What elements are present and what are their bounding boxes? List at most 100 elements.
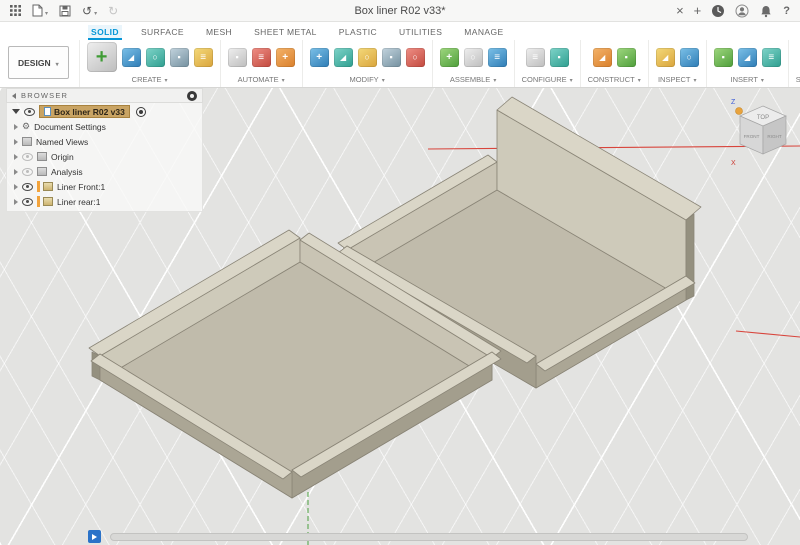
ribbon: SOLID SURFACE MESH SHEET METAL PLASTIC U… <box>0 22 800 88</box>
expand-caret-icon[interactable] <box>14 138 18 145</box>
visibility-eye-icon[interactable] <box>22 167 33 176</box>
collapse-caret-icon[interactable] <box>12 109 20 114</box>
x-axis-line-segment <box>735 330 800 338</box>
person-glyph <box>735 4 749 17</box>
activate-radio-icon[interactable] <box>135 106 146 117</box>
active-component-chip[interactable]: Box liner R02 v33 <box>39 105 130 118</box>
app-grid-icon[interactable] <box>10 3 21 19</box>
physical-material-icon[interactable] <box>405 47 425 67</box>
tab-manage[interactable]: MANAGE <box>461 25 506 40</box>
configuration-table-icon[interactable] <box>525 47 545 67</box>
insert-mesh-icon[interactable] <box>713 47 733 67</box>
view-cube[interactable]: Z TOP FRONT RIGHT X <box>725 92 795 172</box>
measure-icon[interactable] <box>655 47 675 67</box>
browser-root-row[interactable]: Box liner R02 v33 <box>7 104 202 119</box>
select-menu[interactable]: SELECT <box>796 73 800 84</box>
construct-menu[interactable]: CONSTRUCT <box>588 73 641 84</box>
expand-caret-icon[interactable] <box>14 123 18 130</box>
chevron-down-icon <box>45 2 48 20</box>
tab-mesh[interactable]: MESH <box>203 25 235 40</box>
addins-icon[interactable] <box>275 47 295 67</box>
save-icon[interactable] <box>59 3 71 19</box>
redo-icon <box>108 2 118 20</box>
expand-caret-icon[interactable] <box>14 183 18 190</box>
profile-icon[interactable] <box>735 3 749 19</box>
row-label: Document Settings <box>34 121 106 132</box>
shell-icon[interactable] <box>357 47 377 67</box>
browser-row-liner-rear[interactable]: Liner rear:1 <box>7 194 202 209</box>
extrude-icon[interactable] <box>121 47 141 67</box>
notifications-bell-icon[interactable] <box>759 3 773 19</box>
create-menu[interactable]: CREATE <box>132 73 168 84</box>
chevron-down-icon <box>761 75 764 84</box>
visibility-eye-icon[interactable] <box>22 197 33 206</box>
group-label: CONFIGURE <box>521 75 567 84</box>
configure-menu[interactable]: CONFIGURE <box>522 73 573 84</box>
chevron-down-icon <box>693 75 696 84</box>
rigid-group-icon[interactable] <box>487 47 507 67</box>
timeline-marker-icon[interactable] <box>88 530 101 543</box>
redo-button[interactable] <box>108 3 118 19</box>
visibility-eye-icon[interactable] <box>22 152 33 161</box>
browser-row-document-settings[interactable]: Document Settings <box>7 119 202 134</box>
browser-tree: Box liner R02 v33 Document Settings Name… <box>6 103 203 212</box>
job-status-icon[interactable] <box>711 3 725 19</box>
insert-canvas-icon[interactable] <box>761 47 781 67</box>
visibility-eye-icon[interactable] <box>24 107 35 116</box>
section-analysis-icon[interactable] <box>679 47 699 67</box>
browser-row-analysis[interactable]: Analysis <box>7 164 202 179</box>
automate-menu[interactable]: AUTOMATE <box>238 73 285 84</box>
collapse-panel-icon[interactable] <box>12 92 16 99</box>
file-menu-icon[interactable] <box>32 3 48 19</box>
browser-header[interactable]: BROWSER <box>6 88 203 103</box>
named-views-icon <box>22 137 32 146</box>
expand-caret-icon[interactable] <box>14 153 18 160</box>
chevron-down-icon <box>493 75 496 84</box>
tab-surface[interactable]: SURFACE <box>138 25 187 40</box>
assemble-menu[interactable]: ASSEMBLE <box>450 73 496 84</box>
fillet-icon[interactable] <box>333 47 353 67</box>
browser-row-named-views[interactable]: Named Views <box>7 134 202 149</box>
modify-menu[interactable]: MODIFY <box>350 73 385 84</box>
browser-row-liner-front[interactable]: Liner Front:1 <box>7 179 202 194</box>
hole-icon[interactable] <box>169 47 189 67</box>
tab-sheet-metal[interactable]: SHEET METAL <box>251 25 320 40</box>
undo-button[interactable] <box>82 3 97 19</box>
chevron-down-icon <box>282 75 285 84</box>
combine-icon[interactable] <box>381 47 401 67</box>
expand-caret-icon[interactable] <box>14 168 18 175</box>
close-tab-icon[interactable] <box>676 3 684 19</box>
new-component-icon[interactable] <box>439 47 459 67</box>
decal-icon[interactable] <box>737 47 757 67</box>
expand-caret-icon[interactable] <box>14 198 18 205</box>
chevron-down-icon <box>94 2 97 20</box>
viewcube-home-dot[interactable] <box>735 107 743 115</box>
visibility-eye-icon[interactable] <box>22 182 33 191</box>
help-icon[interactable] <box>783 3 790 19</box>
browser-row-origin[interactable]: Origin <box>7 149 202 164</box>
document-title[interactable]: Box liner R02 v33* <box>354 5 445 17</box>
press-pull-icon[interactable] <box>309 47 329 67</box>
selection-highlight-bar <box>37 196 40 207</box>
tab-solid[interactable]: SOLID <box>88 25 122 40</box>
construction-plane-icon[interactable] <box>592 47 612 67</box>
tab-plastic[interactable]: PLASTIC <box>336 25 380 40</box>
workspace-selector[interactable]: DESIGN <box>8 46 69 79</box>
revolve-icon[interactable] <box>145 47 165 67</box>
insert-menu[interactable]: INSERT <box>731 73 764 84</box>
create-sketch-icon[interactable] <box>86 42 117 72</box>
tab-utilities[interactable]: UTILITIES <box>396 25 445 40</box>
new-tab-icon[interactable] <box>694 3 702 19</box>
inspect-menu[interactable]: INSPECT <box>658 73 697 84</box>
automate-bot-icon[interactable] <box>227 47 247 67</box>
construction-axis-icon[interactable] <box>616 47 636 67</box>
timeline-scrollbar[interactable] <box>110 532 748 541</box>
pattern-icon[interactable] <box>193 47 213 67</box>
file-glyph <box>32 4 43 17</box>
timeline-bar <box>88 530 748 543</box>
joint-icon[interactable] <box>463 47 483 67</box>
toolbar-group-modify: MODIFY <box>301 40 432 87</box>
scripts-icon[interactable] <box>251 47 271 67</box>
browser-options-icon[interactable] <box>187 90 197 101</box>
insert-configuration-icon[interactable] <box>549 47 569 67</box>
